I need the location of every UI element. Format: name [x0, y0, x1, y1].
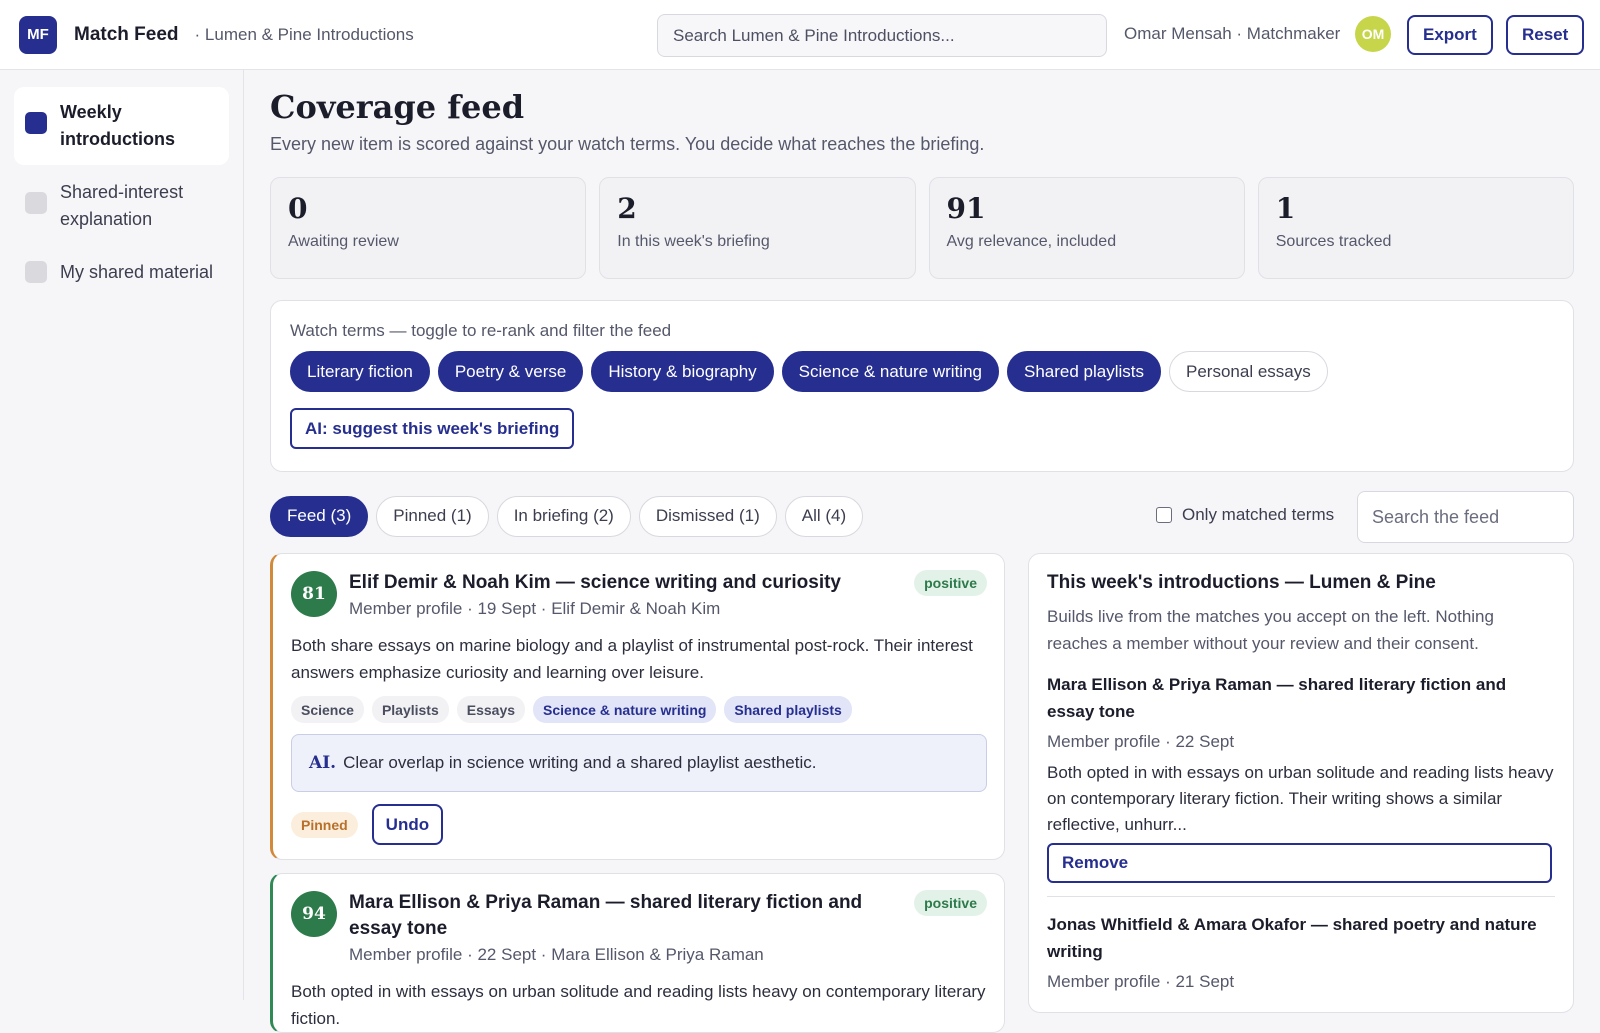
tag: Playlists [371, 696, 449, 723]
matched-term-tag: Shared playlists [724, 696, 852, 723]
nav-square-icon [25, 192, 47, 214]
watch-term-chip-history-biography[interactable]: History & biography [591, 351, 774, 392]
watch-term-chip-personal-essays[interactable]: Personal essays [1169, 351, 1328, 392]
export-button[interactable]: Export [1407, 15, 1493, 55]
watch-term-chip-science-nature-writing[interactable]: Science & nature writing [781, 351, 999, 392]
stat-value: 2 [617, 192, 637, 225]
ai-note-prefix: AI. [309, 753, 337, 773]
stat-card-awaiting-review: 0 Awaiting review [270, 177, 587, 279]
card-tags: Science Playlists Essays Science & natur… [291, 696, 987, 723]
card-body: Both share essays on marine biology and … [291, 636, 973, 682]
briefing-item-body: Both opted in with essays on urban solit… [1047, 763, 1554, 834]
sidebar-item-weekly-introductions[interactable]: Weekly introductions [14, 87, 229, 165]
stat-value: 1 [1275, 192, 1296, 225]
card-title[interactable]: Elif Demir & Noah Kim — science writing … [349, 570, 897, 596]
briefing-panel: This week's introductions — Lumen & Pine… [1028, 553, 1574, 1013]
briefing-subtitle: Builds live from the matches you accept … [1047, 607, 1494, 653]
stat-value: 91 [946, 192, 986, 225]
nav-square-icon [25, 112, 47, 134]
stat-label: Sources tracked [1275, 233, 1392, 250]
user-name: Omar Mensah · Matchmaker [1124, 24, 1341, 43]
tab-dismissed[interactable]: Dismissed (1) [638, 495, 777, 537]
remove-button[interactable]: Remove [1047, 843, 1552, 883]
watch-terms-chips: Literary fiction Poetry & verse History … [290, 351, 1554, 392]
feed-tabs: Feed (3) Pinned (1) In briefing (2) Dism… [270, 491, 1574, 543]
tab-feed[interactable]: Feed (3) [270, 495, 369, 537]
watch-term-chip-poetry-verse[interactable]: Poetry & verse [437, 351, 584, 392]
sidebar-item-my-shared-material[interactable]: My shared material [14, 247, 229, 298]
feed-card[interactable]: 94 positive Mara Ellison & Priya Raman —… [270, 873, 1005, 1033]
stat-value: 0 [288, 192, 308, 225]
feed-card[interactable]: 81 positive Elif Demir & Noah Kim — scie… [270, 553, 1005, 860]
ai-note-text: Clear overlap in science writing and a s… [343, 753, 817, 772]
page-subtitle: Every new item is scored against your wa… [270, 134, 985, 154]
stat-card-avg-relevance: 91 Avg relevance, included [928, 177, 1245, 279]
stat-label: In this week's briefing [617, 233, 770, 250]
reset-button[interactable]: Reset [1506, 15, 1585, 55]
watch-term-chip-shared-playlists[interactable]: Shared playlists [1007, 351, 1162, 392]
only-matched-checkbox[interactable] [1156, 507, 1172, 523]
briefing-item-meta: Member profile · 21 Sept [1047, 972, 1235, 991]
sidebar-item-shared-interest-explanation[interactable]: Shared-interest explanation [14, 167, 229, 245]
nav-square-icon [25, 261, 47, 283]
matched-term-tag: Science & nature writing [533, 696, 717, 723]
card-body: Both opted in with essays on urban solit… [291, 982, 986, 1028]
ai-suggest-briefing-button[interactable]: AI: suggest this week's briefing [290, 408, 575, 449]
avatar[interactable]: OM [1355, 16, 1391, 52]
global-search-input[interactable] [657, 14, 1107, 57]
stats-row: 0 Awaiting review 2 In this week's brief… [270, 177, 1574, 279]
sidebar: Weekly introductions Shared-interest exp… [0, 70, 244, 1000]
pinned-badge: Pinned [291, 811, 358, 838]
briefing-item-title: Jonas Whitfield & Amara Okafor — shared … [1047, 915, 1537, 961]
undo-button[interactable]: Undo [371, 804, 444, 845]
tag: Science [291, 696, 364, 723]
card-title[interactable]: Mara Ellison & Priya Raman — shared lite… [349, 890, 897, 942]
app-title: Match Feed [74, 23, 179, 45]
watch-terms-label: Watch terms — toggle to re-rank and filt… [290, 321, 672, 340]
stat-card-sources-tracked: 1 Sources tracked [1257, 177, 1574, 279]
tag: Essays [456, 696, 526, 723]
briefing-item: Jonas Whitfield & Amara Okafor — shared … [1047, 911, 1555, 992]
tab-all[interactable]: All (4) [784, 495, 864, 537]
relevance-score: 94 [291, 891, 337, 937]
divider [1047, 896, 1555, 897]
sidebar-item-label: Weekly introductions [60, 102, 175, 149]
only-matched-label: Only matched terms [1182, 505, 1335, 524]
sentiment-badge: positive [914, 890, 987, 916]
card-header: Elif Demir & Noah Kim — science writing … [349, 570, 897, 619]
stat-label: Avg relevance, included [946, 233, 1117, 250]
watch-terms-panel: Watch terms — toggle to re-rank and filt… [270, 300, 1574, 472]
app-logo: MF [19, 15, 57, 54]
ai-note: AI. Clear overlap in science writing and… [291, 734, 987, 792]
sidebar-item-label: Shared-interest explanation [60, 182, 184, 229]
briefing-title: This week's introductions — Lumen & Pine [1047, 572, 1436, 593]
stat-label: Awaiting review [288, 233, 399, 250]
relevance-score: 81 [291, 571, 337, 617]
stat-card-in-briefing: 2 In this week's briefing [599, 177, 916, 279]
briefing-item: Mara Ellison & Priya Raman — shared lite… [1047, 671, 1555, 883]
main-content: Coverage feed Every new item is scored a… [270, 70, 1574, 1033]
tab-in-briefing[interactable]: In briefing (2) [496, 495, 631, 537]
only-matched-toggle[interactable]: Only matched terms [1156, 505, 1334, 525]
top-bar: MF Match Feed · Lumen & Pine Introductio… [0, 0, 1600, 70]
org-name: · Lumen & Pine Introductions [194, 24, 414, 44]
card-header: Mara Ellison & Priya Raman — shared lite… [349, 890, 897, 965]
sentiment-badge: positive [914, 570, 987, 596]
watch-term-chip-literary-fiction[interactable]: Literary fiction [290, 351, 430, 392]
page-title: Coverage feed [270, 88, 525, 126]
card-meta: Member profile · 22 Sept · Mara Ellison … [349, 945, 764, 964]
card-meta: Member profile · 19 Sept · Elif Demir & … [349, 599, 721, 618]
sidebar-item-label: My shared material [60, 262, 214, 282]
card-actions: Pinned Undo [291, 804, 987, 845]
briefing-item-meta: Member profile · 22 Sept [1047, 732, 1235, 751]
briefing-item-title: Mara Ellison & Priya Raman — shared lite… [1047, 675, 1507, 721]
feed-search-input[interactable] [1357, 491, 1574, 543]
tab-pinned[interactable]: Pinned (1) [376, 495, 489, 537]
